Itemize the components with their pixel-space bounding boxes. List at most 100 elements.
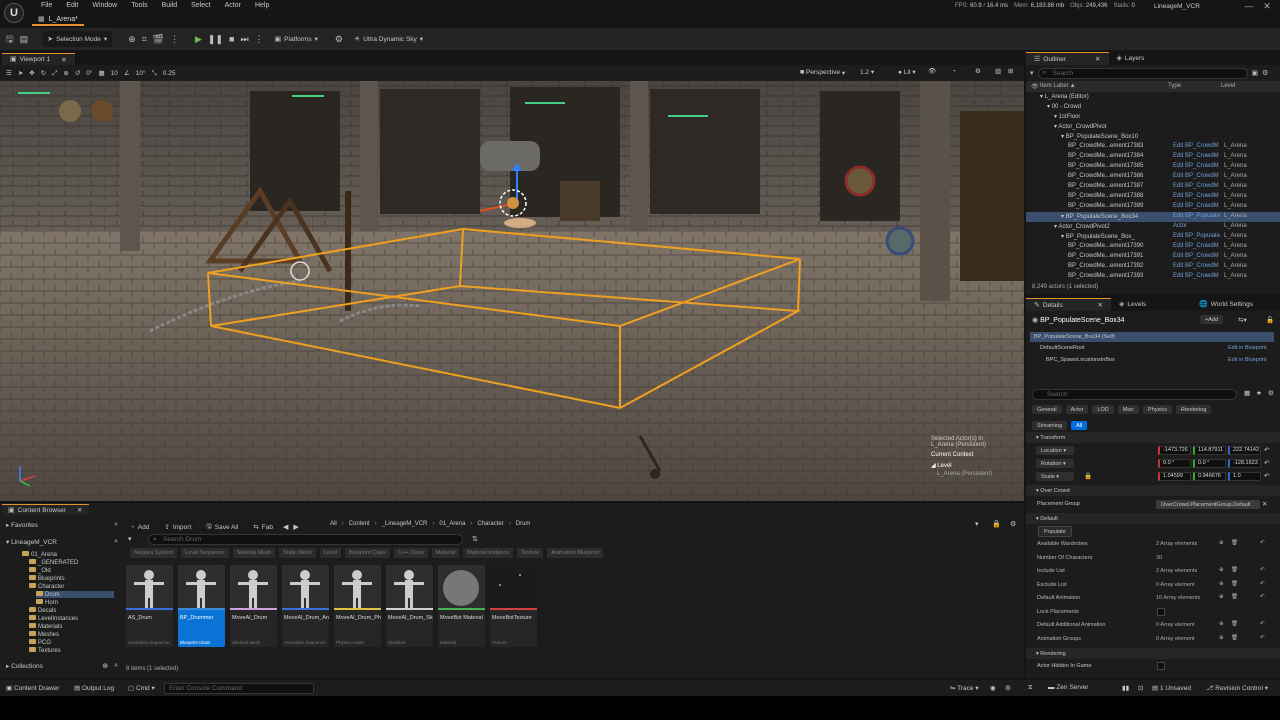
viewport-tab[interactable]: ▣ Viewport 1 ✕ — [2, 53, 75, 65]
section-rendering[interactable]: ▾ Rendering — [1026, 648, 1280, 659]
filter-all[interactable]: All — [1071, 421, 1088, 430]
add-actor-icon[interactable]: ⊕ — [128, 34, 136, 44]
favorites-header[interactable]: ▸ Favorites ⌕ — [6, 520, 118, 530]
platforms-dropdown[interactable]: ▣ Platforms ▾ — [270, 31, 323, 47]
property-row[interactable]: Animation Groups 0 Array element ⊕ 🗑 ↶ — [1026, 633, 1272, 646]
property-row[interactable]: Default Additional Animation 0 Array elem… — [1026, 619, 1272, 632]
scale-dropdown[interactable]: Scale ▾ — [1036, 472, 1074, 481]
derived-data-icon[interactable]: ⧖ — [1028, 684, 1033, 692]
reset-icon[interactable]: ↶ — [1260, 621, 1265, 627]
outliner-row[interactable]: ▾ L_Arena (Editor) — [1026, 92, 1280, 102]
delete-icon[interactable]: 🗑 — [1231, 567, 1238, 573]
folder-tree-item[interactable]: PCG — [29, 639, 51, 646]
search-icon[interactable]: ⌕ — [114, 521, 118, 529]
folder-tree-item[interactable]: Textures — [29, 647, 61, 654]
world-space-icon[interactable]: ⊕ — [63, 69, 68, 78]
outliner-row[interactable]: BP_CrowdMe...ement17391 Edit BP_CrowdM L_A… — [1026, 252, 1280, 262]
scale-tool-icon[interactable]: ⤢ — [52, 69, 57, 78]
asset-tile[interactable]: BP_Drummer Blueprint Class — [178, 565, 225, 647]
selection-mode-dropdown[interactable]: ➤ Selection Mode ▾ — [42, 31, 113, 47]
favorites-icon[interactable]: ★ — [1256, 389, 1262, 397]
asset-filter-chip[interactable]: Level — [319, 548, 342, 558]
outliner-search-input[interactable]: ⌕ Search — [1037, 67, 1248, 79]
realtime-icon[interactable]: ◔ — [952, 67, 956, 76]
folder-tree-item[interactable]: Drum — [36, 591, 114, 598]
scale-y[interactable]: 0.946676 — [1193, 472, 1226, 481]
play-icon[interactable]: ▶ — [195, 34, 202, 44]
reset-rotation-icon[interactable]: ↶ — [1264, 459, 1269, 467]
angle-snap-value[interactable]: 10° — [136, 70, 146, 77]
menu-select[interactable]: Select — [184, 1, 217, 10]
cmd-dropdown[interactable]: ▢ Cmd ▾ — [128, 684, 155, 692]
camera-speed[interactable]: 1.2 ▾ — [860, 68, 874, 76]
actor-hidden-in-game-checkbox[interactable] — [1157, 662, 1165, 670]
delete-icon[interactable]: 🗑 — [1231, 540, 1238, 546]
move-tool-icon[interactable]: ✥ — [29, 69, 34, 78]
component-default-scene-root[interactable]: DefaultSceneRoot — [1040, 345, 1085, 351]
delete-icon[interactable]: 🗑 — [1231, 621, 1238, 627]
outliner-row[interactable]: BP_CrowdMe...ement17389 Edit BP_CrowdM L_A… — [1026, 202, 1280, 212]
details-search-input[interactable]: Search — [1032, 389, 1237, 400]
menu-build[interactable]: Build — [155, 1, 185, 10]
asset-filter-chip[interactable]: Material Instance — [463, 548, 514, 558]
filter-actor[interactable]: Actor — [1065, 405, 1089, 414]
close-icon[interactable]: ✕ — [1098, 301, 1103, 309]
menu-file[interactable]: File — [34, 1, 59, 10]
pause-icon[interactable]: ❚❚ — [208, 34, 223, 44]
save-search-icon[interactable]: ⇅ — [472, 535, 478, 543]
outliner-row[interactable]: BP_CrowdMe...ement17388 Edit BP_CrowdM L_A… — [1026, 192, 1280, 202]
surface-snap-icon[interactable]: ↺ — [75, 69, 80, 78]
show-flags-icon[interactable]: 👁 — [928, 67, 936, 76]
perspective-dropdown[interactable]: ■ Perspective ▾ — [800, 68, 845, 77]
rotation-snap-value[interactable]: 0° — [86, 70, 92, 77]
scale-lock-icon[interactable]: 🔒 — [1084, 472, 1092, 480]
outliner-row[interactable]: BP_CrowdMe...ement17386 Edit BP_CrowdM L_A… — [1026, 172, 1280, 182]
filter-physics[interactable]: Physics — [1143, 405, 1172, 414]
asset-filter-chip[interactable]: Blueprint Class — [345, 548, 391, 558]
breadcrumb-item[interactable]: Character — [477, 521, 503, 527]
play-options-icon[interactable]: ⋮ — [255, 34, 264, 44]
launch-icon[interactable]: ⏭ — [240, 34, 248, 44]
delete-icon[interactable]: 🗑 — [1231, 594, 1238, 600]
menu-edit[interactable]: Edit — [59, 1, 85, 10]
cinematics-icon[interactable]: 🎬 — [153, 34, 164, 44]
folder-tree-item[interactable]: Meshes — [29, 631, 59, 638]
more-options-icon[interactable]: ⋮ — [170, 34, 179, 44]
location-z[interactable]: 222.74142 — [1228, 446, 1261, 455]
folder-tree-item[interactable]: Horn — [36, 599, 58, 606]
location-y[interactable]: 114.87911 — [1193, 446, 1226, 455]
delete-icon[interactable]: 🗑 — [1231, 581, 1238, 587]
close-icon[interactable]: ✕ — [1095, 55, 1100, 63]
property-row[interactable]: Default Animation 10 Array elements ⊕ 🗑 ↶ — [1026, 592, 1272, 605]
add-element-icon[interactable]: ⊕ — [1219, 567, 1224, 573]
outliner-row[interactable]: ▾ BP_PopulateScene_Box10 — [1026, 132, 1280, 142]
breadcrumb-item[interactable]: Drum — [516, 521, 531, 527]
scale-x[interactable]: 1.04599 — [1158, 472, 1191, 481]
history-back-icon[interactable]: ◀ — [283, 523, 288, 531]
scale-snap-icon[interactable]: ⤡ — [152, 69, 157, 78]
reset-scale-icon[interactable]: ↶ — [1264, 472, 1269, 480]
folder-tree-item[interactable]: _GENERATED — [29, 559, 78, 566]
unreal-logo-icon[interactable]: U — [4, 3, 24, 23]
chevron-down-icon[interactable]: ▾ — [975, 520, 979, 528]
fab-button[interactable]: ⇆ Fab — [248, 519, 278, 535]
asset-tile[interactable]: MoveBotTexture Texture — [490, 565, 537, 647]
asset-filter-chip[interactable]: Static Mesh — [279, 548, 316, 558]
content-browser-tab[interactable]: ▣ Content Browser ✕ — [2, 504, 89, 515]
source-icon[interactable]: ⊡ — [1138, 684, 1143, 692]
browse-icon[interactable]: ▤ — [20, 34, 29, 44]
outliner-row[interactable]: BP_CrowdMe...ement17392 Edit BP_CrowdM L_A… — [1026, 262, 1280, 272]
folder-tree-item[interactable]: Decals — [29, 607, 56, 614]
record-icon[interactable]: ◉ — [990, 684, 996, 692]
component-spawn-locations[interactable]: BPC_SpawnLocationsInBox — [1046, 357, 1115, 363]
property-row[interactable]: Number Of Characters 30 — [1026, 552, 1272, 565]
component-row-self[interactable]: BP_PopulateScene_Box34 (Self) — [1030, 332, 1274, 342]
rotation-x[interactable]: 0.0 ° — [1158, 459, 1191, 468]
tab-levels[interactable]: ◈ Levels — [1111, 298, 1191, 311]
asset-tile[interactable]: MoveAI_Drum Skeletal Mesh — [230, 565, 277, 647]
content-drawer-button[interactable]: ▣ Content Drawer — [6, 684, 59, 692]
asset-filter-chip[interactable]: Texture — [517, 548, 544, 558]
settings-icon[interactable]: ⚙ — [1010, 520, 1016, 528]
search-icon[interactable]: ⌕ — [114, 662, 118, 670]
property-row[interactable]: Include List 2 Array elements ⊕ 🗑 ↶ — [1026, 565, 1272, 578]
